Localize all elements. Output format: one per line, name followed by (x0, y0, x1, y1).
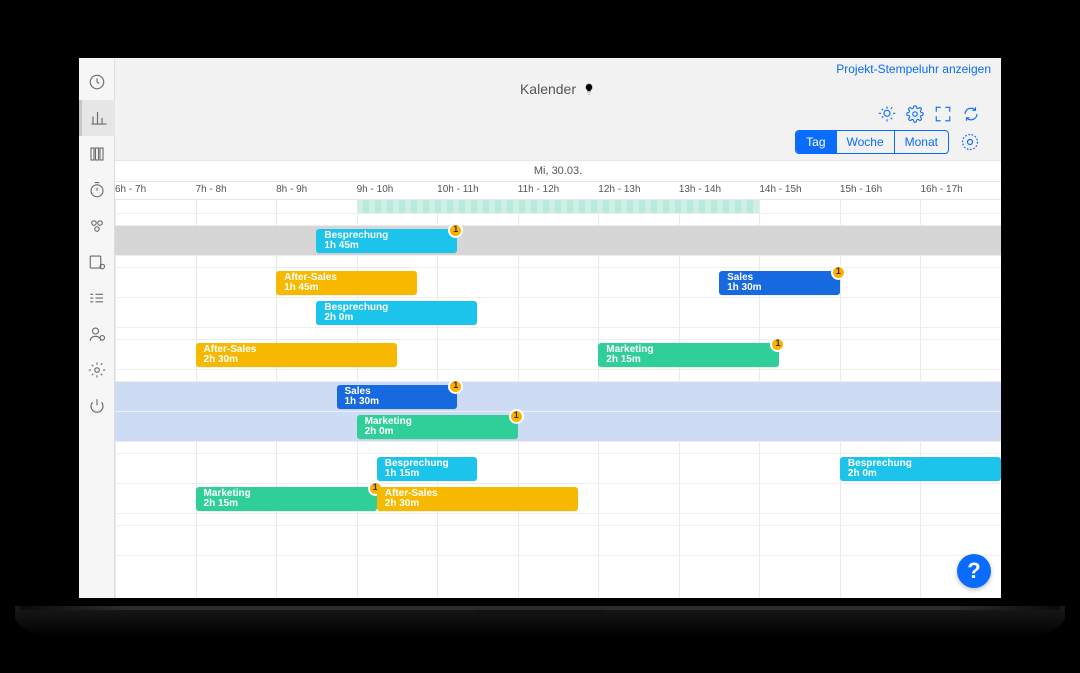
event-e5[interactable]: After-Sales2h 30m (196, 343, 397, 367)
view-day-button[interactable]: Tag (796, 131, 835, 153)
toolbar (125, 102, 991, 126)
event-duration: 1h 45m (324, 241, 449, 252)
hour-label-10: 10h - 11h (437, 184, 479, 195)
time-header: 6h - 7h 7h - 8h 8h - 9h 9h - 10h 10h - 11h 11… (115, 182, 1001, 200)
event-duration: 2h 30m (385, 499, 570, 510)
sidebar-item-listgear[interactable] (79, 244, 115, 280)
sidebar-item-chart[interactable] (79, 100, 115, 136)
stamp-link[interactable]: Projekt-Stempeluhr anzeigen (836, 62, 991, 76)
sidebar-item-power[interactable] (79, 388, 115, 424)
calendar-row (115, 370, 1001, 382)
main: Projekt-Stempeluhr anzeigen Kalender Tag… (115, 58, 1001, 598)
event-e6[interactable]: Marketing2h 15m1 (598, 343, 779, 367)
sidebar-item-objects[interactable] (79, 208, 115, 244)
event-duration: 2h 30m (204, 355, 389, 366)
calendar: Mi, 30.03. 6h - 7h 7h - 8h 8h - 9h 9h - 10h… (115, 160, 1001, 598)
hour-label-16: 16h - 17h (920, 184, 962, 195)
view-toggle: Tag Woche Monat (795, 130, 949, 154)
event-e2[interactable]: After-Sales1h 45m (276, 271, 417, 295)
view-month-button[interactable]: Monat (894, 131, 948, 153)
hour-label-9: 9h - 10h (357, 184, 394, 195)
event-e1[interactable]: Besprechung1h 45m1 (316, 229, 457, 253)
hour-label-13: 13h - 14h (679, 184, 721, 195)
calendar-row (115, 514, 1001, 526)
event-e3[interactable]: Sales1h 30m1 (719, 271, 840, 295)
page-title: Kalender (520, 81, 576, 97)
calendar-row (115, 200, 1001, 214)
event-duration: 2h 0m (324, 313, 469, 324)
hour-label-7: 7h - 8h (196, 184, 227, 195)
event-duration: 1h 45m (284, 283, 409, 294)
event-e7[interactable]: Sales1h 30m1 (337, 385, 458, 409)
calendar-row: Marketing2h 15m1After-Sales2h 30m (115, 484, 1001, 514)
sidebar (79, 58, 115, 598)
sidebar-item-timer[interactable] (79, 172, 115, 208)
hour-label-12: 12h - 13h (598, 184, 640, 195)
screen: Projekt-Stempeluhr anzeigen Kalender Tag… (79, 58, 1001, 598)
sidebar-item-person[interactable] (79, 316, 115, 352)
header: Projekt-Stempeluhr anzeigen Kalender Tag… (115, 58, 1001, 160)
calendar-row (115, 526, 1001, 556)
laptop-frame: Projekt-Stempeluhr anzeigen Kalender Tag… (65, 38, 1015, 608)
view-week-button[interactable]: Woche (836, 131, 894, 153)
event-duration: 2h 15m (606, 355, 771, 366)
hour-label-6: 6h - 7h (115, 184, 146, 195)
event-duration: 1h 30m (345, 397, 450, 408)
event-e9[interactable]: Besprechung1h 15m (377, 457, 478, 481)
hour-label-8: 8h - 9h (276, 184, 307, 195)
calendar-row: Besprechung2h 0m (115, 298, 1001, 328)
calendar-row: After-Sales1h 45m Sales1h 30m1 (115, 268, 1001, 298)
help-button[interactable]: ? (957, 554, 991, 588)
event-badge: 1 (509, 409, 524, 424)
refresh-button[interactable] (961, 104, 981, 124)
calendar-row: After-Sales2h 30m Marketing2h 15m1 (115, 340, 1001, 370)
bulb-icon (582, 82, 596, 96)
sidebar-item-clock[interactable] (79, 64, 115, 100)
event-duration: 1h 30m (727, 283, 832, 294)
calendar-row (115, 328, 1001, 340)
date-label: Mi, 30.03. (115, 160, 1001, 182)
view-row: Tag Woche Monat (125, 130, 991, 160)
event-duration: 1h 15m (385, 469, 470, 480)
bulb-button[interactable] (877, 104, 897, 124)
event-e12[interactable]: After-Sales2h 30m (377, 487, 578, 511)
event-e11[interactable]: Marketing2h 15m1 (196, 487, 377, 511)
calendar-row: Marketing2h 0m1 (115, 412, 1001, 442)
hour-label-15: 15h - 16h (840, 184, 882, 195)
calendar-row (115, 256, 1001, 268)
hour-label-14: 14h - 15h (759, 184, 801, 195)
event-e10[interactable]: Besprechung2h 0m (840, 457, 1001, 481)
event-badge: 1 (770, 337, 785, 352)
sidebar-item-abc[interactable] (79, 280, 115, 316)
event-badge: 1 (448, 379, 463, 394)
laptop-base (15, 606, 1065, 636)
calendar-row: Besprechung1h 45m1 (115, 226, 1001, 256)
sidebar-item-gear[interactable] (79, 352, 115, 388)
calendar-settings-button[interactable] (959, 131, 981, 153)
event-badge: 1 (448, 223, 463, 238)
calendar-row (115, 214, 1001, 226)
event-e4[interactable]: Besprechung2h 0m (316, 301, 477, 325)
event-e8[interactable]: Marketing2h 0m1 (357, 415, 518, 439)
event-duration: 2h 0m (365, 427, 510, 438)
sidebar-item-archive[interactable] (79, 136, 115, 172)
hour-label-11: 11h - 12h (518, 184, 560, 195)
calendar-row (115, 442, 1001, 454)
event-badge: 1 (831, 265, 846, 280)
expand-button[interactable] (933, 104, 953, 124)
event-duration: 2h 0m (848, 469, 993, 480)
calendar-row: Sales1h 30m1 (115, 382, 1001, 412)
calendar-row: Besprechung1h 15m Besprechung2h 0m (115, 454, 1001, 484)
page-title-row: Kalender (125, 80, 991, 98)
event-duration: 2h 15m (204, 499, 369, 510)
settings-button[interactable] (905, 104, 925, 124)
calendar-rows: Besprechung1h 45m1 After-Sales1h 45m Sales… (115, 200, 1001, 598)
